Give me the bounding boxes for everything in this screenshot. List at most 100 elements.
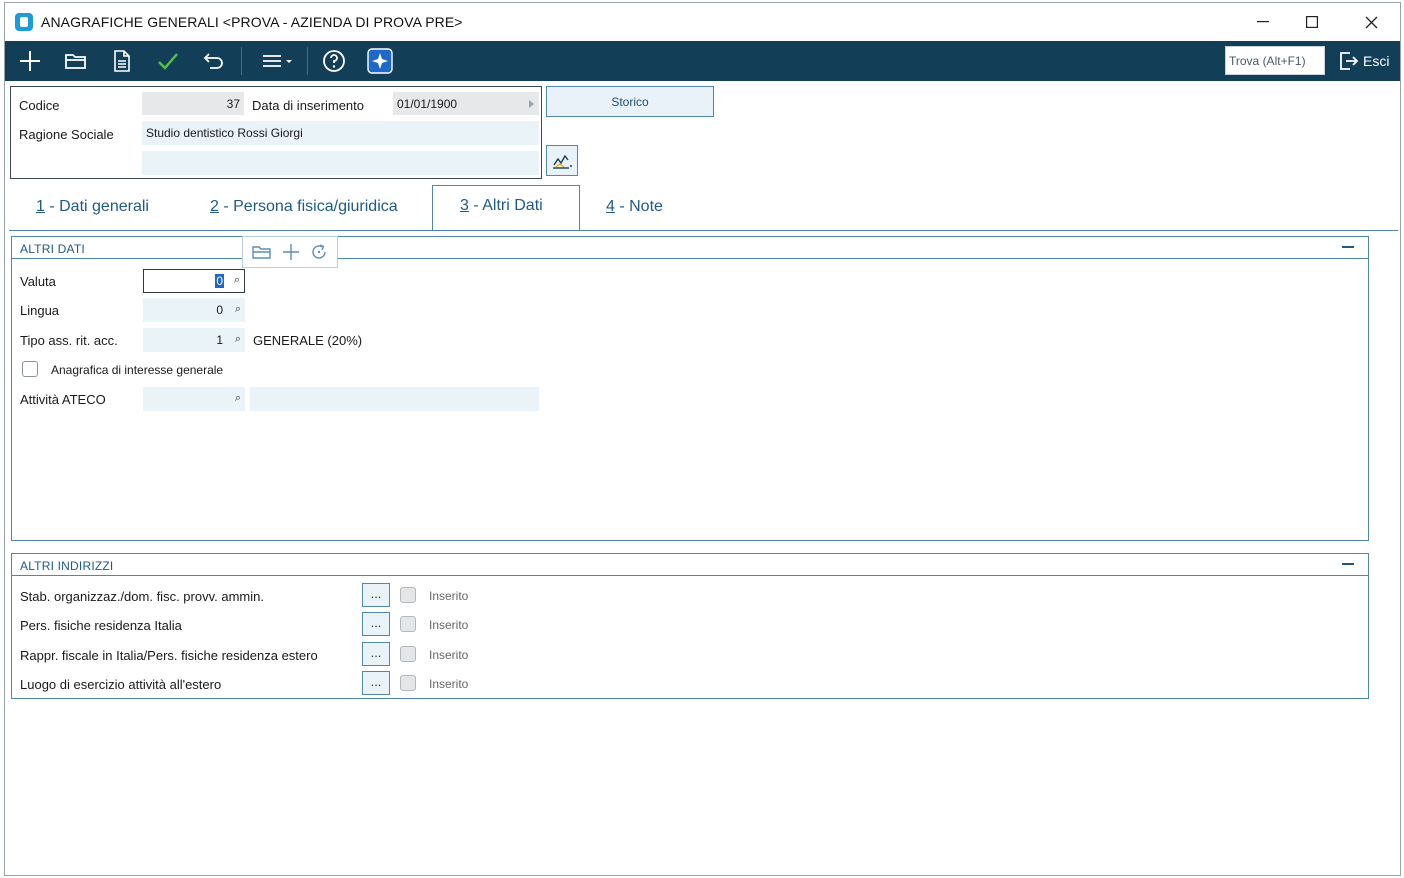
valuta-value: 0: [215, 274, 224, 288]
lookup-icon[interactable]: ⌕: [234, 274, 240, 287]
codice-label: Codice: [19, 98, 60, 113]
add-icon[interactable]: [282, 243, 300, 261]
tab-label: - Dati generali: [44, 198, 149, 215]
document-button[interactable]: [103, 45, 141, 77]
find-input[interactable]: Trova (Alt+F1): [1225, 46, 1325, 75]
edit-address-button[interactable]: ...: [362, 583, 390, 607]
tipo-ritenuta-value: 1: [216, 333, 223, 347]
confirm-button[interactable]: [149, 45, 187, 77]
data-inserimento-field: 01/01/1900: [393, 92, 539, 115]
altri-indirizzi-section: ALTRI INDIRIZZI Stab. organizzaz./dom. f…: [11, 553, 1369, 699]
indirizzo-row-label: Stab. organizzaz./dom. fisc. provv. ammi…: [20, 589, 264, 604]
open-button[interactable]: [57, 45, 95, 77]
open-folder-icon: [65, 54, 86, 69]
section-title: ALTRI DATI: [20, 242, 85, 256]
undo-button[interactable]: [195, 45, 233, 77]
valuta-field[interactable]: 0 ⌕: [143, 269, 245, 293]
attivita-ateco-description: [250, 387, 539, 411]
close-icon: [1365, 16, 1377, 28]
ragione-sociale-label: Ragione Sociale: [19, 127, 114, 142]
altri-dati-header: ALTRI DATI: [12, 237, 1368, 259]
menu-button[interactable]: [255, 45, 299, 77]
add-icon: [20, 51, 40, 71]
header-panel: Codice 37 Data di inserimento 01/01/1900…: [10, 86, 542, 179]
indirizzo-row-label: Rappr. fiscale in Italia/Pers. fisiche r…: [20, 648, 318, 663]
title-bar: ANAGRAFICHE GENERALI <PROVA - AZIENDA DI…: [5, 3, 1400, 41]
indirizzo-row-label: Pers. fisiche residenza Italia: [20, 618, 182, 633]
exit-icon: [1340, 51, 1359, 70]
section-title: ALTRI INDIRIZZI: [20, 559, 114, 573]
storico-button[interactable]: Storico: [546, 86, 714, 117]
toolbar-separator: [307, 47, 308, 75]
interesse-generale-checkbox[interactable]: [22, 361, 38, 377]
tipo-ritenuta-field[interactable]: 1 ⌕: [143, 328, 245, 352]
inserito-checkbox: [400, 675, 416, 691]
edit-address-button[interactable]: ...: [362, 671, 390, 695]
lingua-field[interactable]: 0 ⌕: [143, 298, 245, 322]
attivita-ateco-label: Attività ATECO: [20, 392, 106, 407]
app-logo-icon: [15, 13, 33, 31]
inserito-label: Inserito: [429, 648, 469, 662]
inserito-label: Inserito: [429, 677, 469, 691]
lingua-label: Lingua: [20, 303, 60, 318]
inserito-checkbox: [400, 646, 416, 662]
inserito-label: Inserito: [429, 618, 469, 632]
tab-number: 4: [606, 198, 615, 215]
assistant-button[interactable]: [361, 45, 399, 77]
lookup-icon[interactable]: ⌕: [235, 333, 241, 346]
chart-button[interactable]: [546, 145, 578, 176]
tabs-divider: [9, 230, 1398, 231]
inserito-label: Inserito: [429, 589, 469, 603]
indirizzo-row-label: Luogo di esercizio attività all'estero: [20, 677, 222, 692]
tab-dati-generali[interactable]: 1 - Dati generali: [36, 198, 149, 216]
toolbar-separator: [241, 47, 242, 75]
exit-label: Esci: [1363, 52, 1390, 69]
collapse-icon[interactable]: [1342, 246, 1354, 248]
attivita-ateco-field[interactable]: ⌕: [143, 387, 245, 411]
lookup-icon[interactable]: ⌕: [235, 392, 241, 405]
floating-toolbar: [242, 236, 338, 268]
document-icon: [114, 50, 130, 72]
tab-altri-dati[interactable]: 3 - Altri Dati: [460, 197, 543, 215]
help-button[interactable]: [315, 45, 353, 77]
main-toolbar: Trova (Alt+F1) Esci: [5, 41, 1400, 81]
interesse-generale-label: Anagrafica di interesse generale: [51, 363, 224, 377]
tipo-ritenuta-description: GENERALE (20%): [253, 333, 363, 348]
data-inserimento-value: 01/01/1900: [397, 97, 458, 111]
ragione-sociale-field[interactable]: Studio dentistico Rossi Giorgi: [142, 121, 539, 145]
valuta-label: Valuta: [20, 274, 56, 289]
sparkle-icon: [367, 48, 393, 74]
tab-number: 1: [36, 198, 45, 215]
minimize-icon: [1257, 21, 1269, 23]
menu-icon: [263, 55, 292, 67]
edit-address-button[interactable]: ...: [362, 642, 390, 666]
open-folder-icon[interactable]: [252, 244, 272, 260]
refresh-icon[interactable]: [310, 243, 328, 261]
inserito-checkbox: [400, 616, 416, 632]
codice-field: 37: [142, 92, 244, 115]
window-title: ANAGRAFICHE GENERALI <PROVA - AZIENDA DI…: [41, 14, 463, 30]
tab-number: 3: [460, 197, 469, 214]
tipo-ritenuta-label: Tipo ass. rit. acc.: [20, 333, 118, 348]
add-button[interactable]: [11, 45, 49, 77]
ragione-sociale-line2-field[interactable]: [142, 151, 539, 175]
lookup-icon[interactable]: ⌕: [235, 303, 241, 316]
maximize-button[interactable]: [1289, 3, 1335, 41]
tab-label: - Altri Dati: [468, 197, 543, 214]
altri-dati-section: ALTRI DATI Valuta 0 ⌕ Lingua 0 ⌕ Tipo as…: [11, 236, 1369, 541]
tab-note[interactable]: 4 - Note: [606, 198, 663, 216]
tab-number: 2: [210, 198, 219, 215]
chart-icon: [553, 154, 572, 169]
close-button[interactable]: [1348, 3, 1394, 41]
collapse-icon[interactable]: [1342, 563, 1354, 565]
edit-address-button[interactable]: ...: [362, 612, 390, 636]
lingua-value: 0: [216, 303, 223, 317]
tab-persona-fisica-giuridica[interactable]: 2 - Persona fisica/giuridica: [210, 198, 398, 216]
undo-icon: [203, 53, 223, 69]
inserito-checkbox: [400, 587, 416, 603]
exit-button[interactable]: Esci: [1337, 46, 1389, 75]
tab-label: - Note: [614, 198, 663, 215]
minimize-button[interactable]: [1240, 3, 1286, 41]
maximize-icon: [1306, 16, 1318, 28]
tab-label: - Persona fisica/giuridica: [218, 198, 398, 215]
